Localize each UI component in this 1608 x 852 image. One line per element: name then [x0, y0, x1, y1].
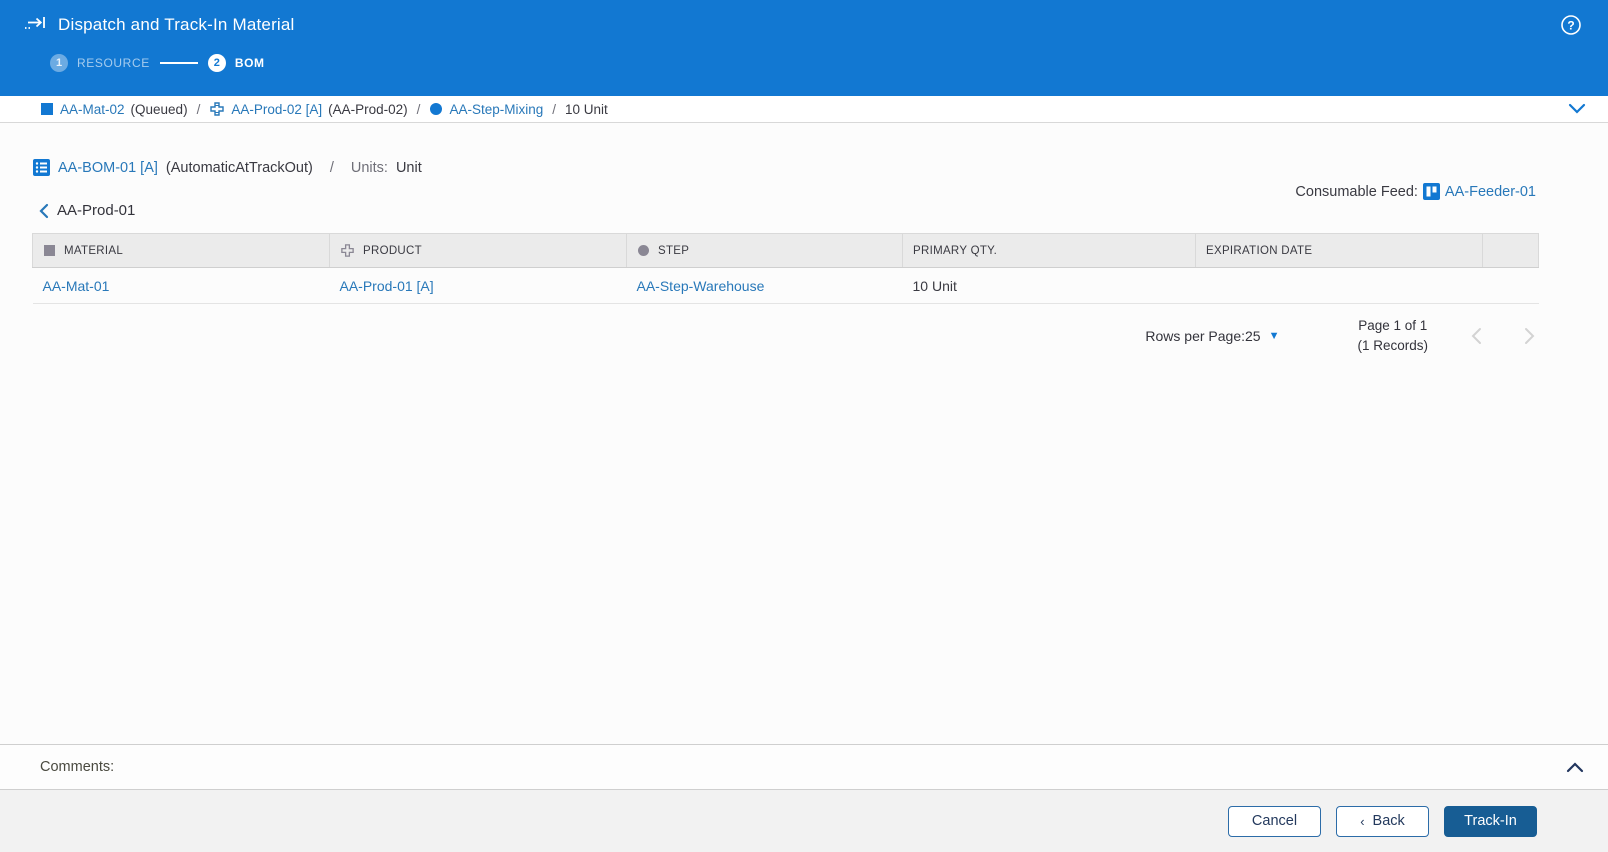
chevron-left-icon [39, 203, 49, 218]
breadcrumb-separator: / [196, 101, 201, 117]
dialog-header: Dispatch and Track-In Material ? 1 RESOU… [0, 0, 1608, 96]
page-title: Dispatch and Track-In Material [58, 15, 295, 34]
svg-text:?: ? [1567, 19, 1574, 33]
caret-down-icon: ▼ [1268, 329, 1280, 342]
page-count-text: Page 1 of 1 [1358, 318, 1428, 333]
dispatch-icon [24, 16, 48, 34]
product-icon [341, 244, 354, 257]
bom-name-link[interactable]: AA-BOM-01 [A] [58, 160, 158, 176]
material-square-icon [41, 103, 53, 115]
track-in-button-label: Track-In [1464, 813, 1517, 829]
bom-info-line: AA-BOM-01 [A] (AutomaticAtTrackOut) / Un… [33, 159, 1608, 176]
row-product-link[interactable]: AA-Prod-01 [A] [340, 278, 434, 294]
breadcrumb-separator: / [552, 101, 556, 117]
row-step-link[interactable]: AA-Step-Warehouse [637, 278, 765, 294]
step-2-label: BOM [234, 56, 265, 70]
breadcrumb-chevron-down-icon[interactable] [1568, 103, 1586, 115]
cancel-button-label: Cancel [1251, 813, 1298, 829]
table-header-row: MATERIAL PRODUCT STEP PRIMARY QTY. EXPIR… [32, 233, 1539, 268]
breadcrumb-product-detail: (AA-Prod-02) [328, 101, 408, 117]
context-breadcrumb-bar: AA-Mat-02 (Queued) / AA-Prod-02 [A] (AA-… [0, 96, 1608, 123]
next-page-icon[interactable] [1524, 327, 1536, 345]
breadcrumb-material-link[interactable]: AA-Mat-02 [60, 102, 125, 117]
rows-per-page-label: Rows per Page: [1145, 327, 1245, 344]
comments-bar: Comments: [0, 744, 1608, 790]
back-button-label: Back [1372, 813, 1405, 829]
product-icon [210, 102, 225, 116]
back-button[interactable]: ‹ Back [1336, 805, 1429, 837]
step-1-label: RESOURCE [77, 56, 150, 70]
column-header-product[interactable]: PRODUCT [329, 233, 627, 268]
column-header-step[interactable]: STEP [626, 233, 903, 268]
comments-label: Comments: [40, 759, 115, 775]
previous-page-icon[interactable] [1470, 327, 1482, 345]
cancel-button[interactable]: Cancel [1228, 805, 1321, 837]
step-resource[interactable]: 1 RESOURCE [50, 54, 150, 72]
units-value: Unit [395, 159, 422, 176]
page-info: Page 1 of 1 (1 Records) [1357, 316, 1428, 355]
step-bom[interactable]: 2 BOM [207, 54, 265, 72]
row-primary-qty: 10 Unit [912, 277, 957, 294]
dialog-footer: Cancel ‹ Back Track-In [0, 790, 1608, 852]
rows-per-page-select[interactable]: Rows per Page:25 ▼ [1145, 328, 1279, 344]
row-material-link[interactable]: AA-Mat-01 [43, 278, 110, 294]
comments-chevron-up-icon[interactable] [1566, 761, 1584, 773]
chevron-left-icon: ‹ [1360, 813, 1365, 829]
table-row[interactable]: AA-Mat-01 AA-Prod-01 [A] AA-Step-Warehou… [32, 267, 1539, 304]
rows-per-page-value: 25 [1245, 327, 1261, 344]
material-square-icon [44, 245, 55, 256]
bom-content-area: AA-BOM-01 [A] (AutomaticAtTrackOut) / Un… [0, 123, 1608, 744]
step-circle-icon [430, 103, 443, 115]
breadcrumb-product-link[interactable]: AA-Prod-02 [A] [231, 102, 322, 117]
product-back-label: AA-Prod-01 [57, 202, 136, 219]
bom-list-icon [33, 159, 50, 176]
material-table: MATERIAL PRODUCT STEP PRIMARY QTY. EXPIR… [32, 233, 1539, 304]
table-pagination: Rows per Page:25 ▼ Page 1 of 1 (1 Record… [0, 316, 1536, 355]
record-count-text: (1 Records) [1357, 337, 1428, 353]
step-circle-icon [638, 245, 649, 256]
breadcrumb-separator: / [416, 101, 421, 117]
column-header-empty [1482, 233, 1539, 268]
breadcrumb-step-link[interactable]: AA-Step-Mixing [449, 102, 543, 117]
track-in-button[interactable]: Track-In [1444, 805, 1537, 837]
breadcrumb-material-status: (Queued) [130, 101, 188, 117]
step-2-circle: 2 [207, 54, 226, 72]
breadcrumb-quantity: 10 Unit [565, 101, 608, 117]
dispatch-track-in-dialog: Dispatch and Track-In Material ? 1 RESOU… [0, 0, 1608, 852]
bom-separator: / [329, 159, 334, 176]
units-label: Units: [350, 159, 388, 176]
step-1-circle: 1 [50, 54, 68, 72]
feeder-icon [1422, 183, 1440, 200]
column-header-material[interactable]: MATERIAL [32, 233, 330, 268]
column-header-primary-qty[interactable]: PRIMARY QTY. [902, 233, 1196, 268]
consumable-feed-label: Consumable Feed: [1295, 183, 1418, 200]
wizard-stepper: 1 RESOURCE 2 BOM [50, 54, 1584, 72]
step-connector [159, 62, 198, 64]
bom-mode: (AutomaticAtTrackOut) [165, 159, 313, 176]
consumable-feed-link[interactable]: AA-Feeder-01 [1445, 184, 1536, 200]
product-back-link[interactable]: AA-Prod-01 [38, 202, 1608, 219]
column-header-expiration-date[interactable]: EXPIRATION DATE [1195, 233, 1483, 268]
consumable-feed-line: Consumable Feed: AA-Feeder-01 [1295, 183, 1536, 200]
help-icon[interactable]: ? [1560, 14, 1582, 36]
